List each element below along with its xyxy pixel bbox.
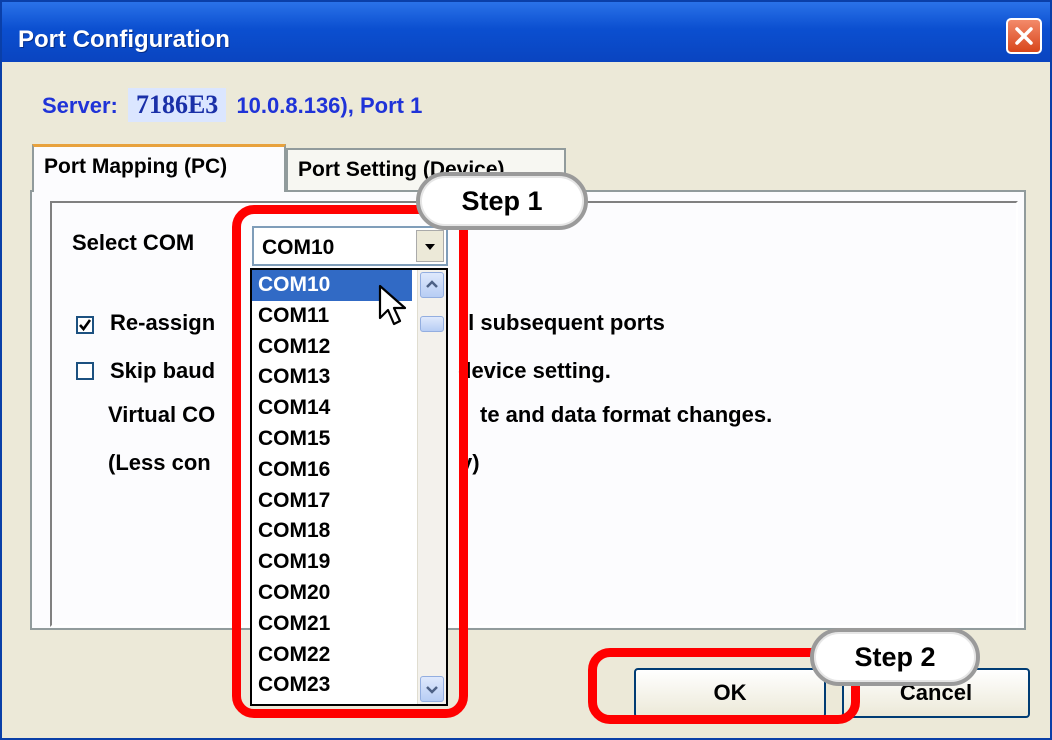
tab-label: Port Mapping (PC) <box>44 155 228 178</box>
step2-label: Step 2 <box>854 642 936 672</box>
mouse-pointer-icon <box>378 284 408 333</box>
less-note-start: (Less con <box>108 450 211 475</box>
tab-port-mapping-pc[interactable]: Port Mapping (PC) <box>32 144 286 192</box>
select-com-label: Select COM <box>72 230 195 255</box>
checkmark-icon <box>78 319 92 336</box>
step1-label: Step 1 <box>461 186 543 216</box>
window-title: Port Configuration <box>18 26 230 53</box>
skip-label-start: Skip baud <box>110 358 216 383</box>
close-button[interactable] <box>1006 18 1042 54</box>
virtual-com-note-start: Virtual CO <box>108 402 216 427</box>
skip-label-end: device setting. <box>458 358 611 383</box>
server-name: 7186E3 <box>127 88 227 122</box>
server-address: 10.0.8.136), Port 1 <box>236 93 423 118</box>
skip-baud-checkbox[interactable] <box>76 362 94 380</box>
virtual-com-note-end: te and data format changes. <box>480 402 773 427</box>
step2-callout: Step 2 <box>810 628 980 686</box>
step1-highlight <box>232 205 468 718</box>
title-bar[interactable]: Port Configuration <box>2 2 1050 62</box>
server-prefix: Server: <box>42 93 118 118</box>
reassign-label-end: ll subsequent ports <box>462 310 665 335</box>
server-info: Server: 7186E3 10.0.8.136), Port 1 <box>42 88 422 122</box>
step1-callout: Step 1 <box>416 172 588 230</box>
reassign-label-start: Re-assign <box>110 310 216 335</box>
reassign-checkbox[interactable] <box>76 316 94 334</box>
